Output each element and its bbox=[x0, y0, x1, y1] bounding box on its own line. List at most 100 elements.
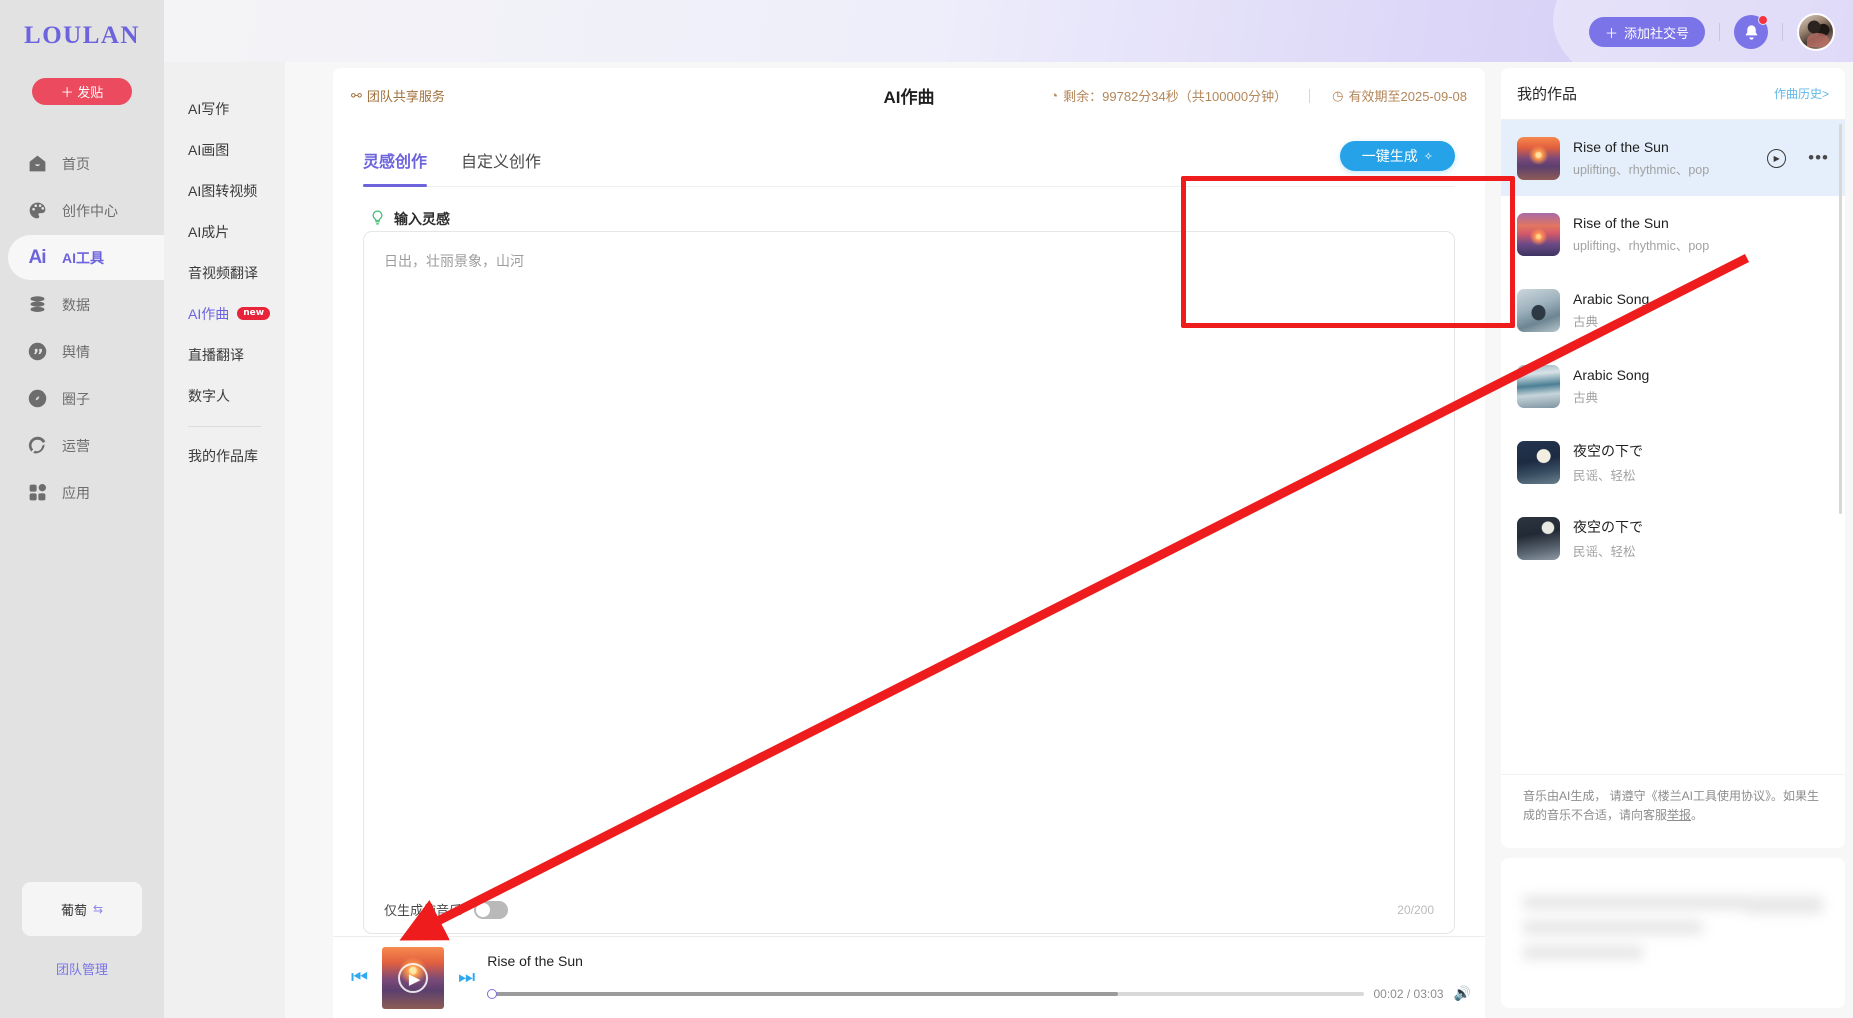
work-tags: uplifting、rhythmic、pop bbox=[1573, 159, 1754, 178]
composition-panel: 灵感创作 自定义创作 一键生成 ✧ 输入灵感 日出，壮丽景象，山河 bbox=[333, 123, 1485, 964]
ai-disclaimer: 音乐由AI生成， 请遵守《楼兰AI工具使用协议》。如果生成的音乐不合适，请向客服… bbox=[1501, 774, 1845, 848]
subnav-label: AI写作 bbox=[188, 99, 229, 119]
subnav-item-digital-human[interactable]: 数字人 bbox=[164, 375, 285, 416]
sidebar-item-apps[interactable]: 应用 bbox=[0, 470, 164, 515]
work-tags: 古典 bbox=[1573, 311, 1829, 330]
ai-icon: Ai bbox=[26, 247, 48, 269]
list-item[interactable]: 夜空の下で 民谣、轻松 bbox=[1501, 424, 1845, 500]
sidebar-label: 创作中心 bbox=[62, 201, 118, 221]
sidebar-item-circles[interactable]: 圈子 bbox=[0, 376, 164, 421]
home-icon bbox=[26, 153, 48, 175]
inspiration-value[interactable]: 日出，壮丽景象，山河 bbox=[384, 250, 1434, 272]
work-text: Rise of the Sun uplifting、rhythmic、pop bbox=[1573, 215, 1829, 254]
player-progress-handle[interactable] bbox=[487, 989, 497, 999]
tab-custom[interactable]: 自定义创作 bbox=[461, 135, 541, 186]
work-cover-art bbox=[1517, 213, 1560, 256]
player-progress-slider[interactable] bbox=[487, 992, 1363, 996]
subnav-item-image-to-video[interactable]: AI图转视频 bbox=[164, 170, 285, 211]
work-text: 夜空の下で 民谣、轻松 bbox=[1573, 441, 1829, 484]
composition-history-link[interactable]: 作曲历史> bbox=[1774, 85, 1829, 102]
subnav-label: AI图转视频 bbox=[188, 181, 257, 201]
share-icon bbox=[26, 435, 48, 457]
list-item[interactable]: Arabic Song 古典 bbox=[1501, 272, 1845, 348]
sidebar-item-data[interactable]: 数据 bbox=[0, 282, 164, 327]
sidebar-item-operations[interactable]: 运营 bbox=[0, 423, 164, 468]
work-title: Arabic Song bbox=[1573, 291, 1829, 307]
play-circle-icon[interactable]: ▶ bbox=[1767, 149, 1786, 168]
app-root: ＋ 添加社交号 LOULAN ＋ 发贴 首页 bbox=[0, 0, 1853, 1018]
sidebar-item-home[interactable]: 首页 bbox=[0, 141, 164, 186]
subnav-label: AI成片 bbox=[188, 222, 229, 242]
divider bbox=[1719, 23, 1720, 41]
work-cover-art bbox=[1517, 137, 1560, 180]
avatar[interactable] bbox=[1797, 13, 1835, 51]
sidebar-label: AI工具 bbox=[62, 248, 104, 268]
plus-icon: ＋ bbox=[1605, 23, 1618, 42]
clock-pie-icon: ◔ bbox=[1050, 88, 1058, 103]
top-decorative-band: ＋ 添加社交号 bbox=[164, 0, 1853, 62]
work-title: 夜空の下で bbox=[1573, 517, 1829, 537]
work-tags: uplifting、rhythmic、pop bbox=[1573, 235, 1829, 254]
subnav-item-ai-drawing[interactable]: AI画图 bbox=[164, 129, 285, 170]
sidebar-item-public-opinion[interactable]: 舆情 bbox=[0, 329, 164, 374]
quota-text: 剩余：99782分34秒（共100000分钟） bbox=[1063, 86, 1287, 105]
subnav-item-live-translation[interactable]: 直播翻译 bbox=[164, 334, 285, 375]
blurred-chip bbox=[1745, 896, 1823, 914]
works-list: Rise of the Sun uplifting、rhythmic、pop ▶… bbox=[1501, 120, 1845, 774]
audio-player-bar: ⏮ ⏭ Rise of the Sun 00:02 / 03:03 🔊 bbox=[333, 936, 1485, 1018]
inspiration-input[interactable]: 日出，壮丽景象，山河 仅生成纯音乐 20/200 bbox=[363, 231, 1455, 934]
notifications-button[interactable] bbox=[1734, 15, 1768, 49]
player-track-title: Rise of the Sun bbox=[487, 953, 1471, 969]
character-counter: 20/200 bbox=[1397, 903, 1434, 917]
create-post-button[interactable]: ＋ 发贴 bbox=[32, 78, 132, 105]
sidebar-label: 圈子 bbox=[62, 389, 90, 409]
blurred-content bbox=[1523, 896, 1823, 962]
sidebar-item-creation-center[interactable]: 创作中心 bbox=[0, 188, 164, 233]
player-buffered bbox=[487, 992, 1118, 996]
team-management-link[interactable]: 团队管理 bbox=[0, 959, 164, 978]
subnav-label: AI画图 bbox=[188, 140, 229, 160]
player-cover-art[interactable] bbox=[382, 947, 444, 1009]
work-title: Arabic Song bbox=[1573, 367, 1829, 383]
tab-inspiration[interactable]: 灵感创作 bbox=[363, 135, 427, 186]
subnav-item-ai-film[interactable]: AI成片 bbox=[164, 211, 285, 252]
work-text: 夜空の下で 民谣、轻松 bbox=[1573, 517, 1829, 560]
inspiration-label-text: 输入灵感 bbox=[394, 209, 450, 229]
team-name: 葡萄 bbox=[61, 900, 87, 919]
sidebar-label: 首页 bbox=[62, 154, 90, 174]
skip-previous-icon[interactable]: ⏮ bbox=[347, 967, 372, 989]
my-works-header: 我的作品 作曲历史> bbox=[1501, 68, 1845, 120]
topbar-actions: ＋ 添加社交号 bbox=[1589, 10, 1835, 54]
tab-bar: 灵感创作 自定义创作 一键生成 ✧ bbox=[363, 135, 1455, 187]
list-item[interactable]: Rise of the Sun uplifting、rhythmic、pop bbox=[1501, 196, 1845, 272]
divider bbox=[1309, 89, 1310, 103]
inspiration-section-label: 输入灵感 bbox=[369, 209, 1485, 229]
work-text: Arabic Song 古典 bbox=[1573, 291, 1829, 330]
subnav-item-ai-composition[interactable]: AI作曲 new bbox=[164, 293, 285, 334]
pure-music-toggle[interactable] bbox=[474, 901, 508, 919]
sidebar-item-ai-tools[interactable]: Ai AI工具 bbox=[8, 235, 164, 280]
volume-icon[interactable]: 🔊 bbox=[1454, 985, 1471, 1002]
work-tags: 民谣、轻松 bbox=[1573, 541, 1829, 560]
add-social-account-button[interactable]: ＋ 添加社交号 bbox=[1589, 17, 1705, 47]
sidebar-label: 数据 bbox=[62, 295, 90, 315]
team-switcher[interactable]: 葡萄 ⇆ bbox=[22, 882, 142, 936]
subnav-item-ai-writing[interactable]: AI写作 bbox=[164, 88, 285, 129]
subnav-item-av-translation[interactable]: 音视频翻译 bbox=[164, 252, 285, 293]
subnav-label: 音视频翻译 bbox=[188, 263, 258, 283]
notification-badge-dot bbox=[1758, 15, 1768, 25]
subnav-item-my-library[interactable]: 我的作品库 bbox=[164, 435, 285, 476]
list-item[interactable]: Rise of the Sun uplifting、rhythmic、pop ▶… bbox=[1501, 120, 1845, 196]
list-item[interactable]: Arabic Song 古典 bbox=[1501, 348, 1845, 424]
works-scrollbar[interactable] bbox=[1839, 124, 1842, 514]
brand-logo: LOULAN bbox=[0, 22, 164, 50]
one-click-generate-button[interactable]: 一键生成 ✧ bbox=[1340, 141, 1455, 171]
inspiration-footer: 仅生成纯音乐 20/200 bbox=[384, 900, 1434, 919]
list-item[interactable]: 夜空の下で 民谣、轻松 bbox=[1501, 500, 1845, 576]
post-button-label: 发贴 bbox=[77, 85, 103, 100]
skip-next-icon[interactable]: ⏭ bbox=[454, 967, 479, 989]
tab-label: 自定义创作 bbox=[461, 148, 541, 172]
more-horizontal-icon[interactable]: ••• bbox=[1799, 148, 1829, 168]
report-link[interactable]: 举报 bbox=[1667, 808, 1691, 822]
work-tags: 民谣、轻松 bbox=[1573, 465, 1829, 484]
